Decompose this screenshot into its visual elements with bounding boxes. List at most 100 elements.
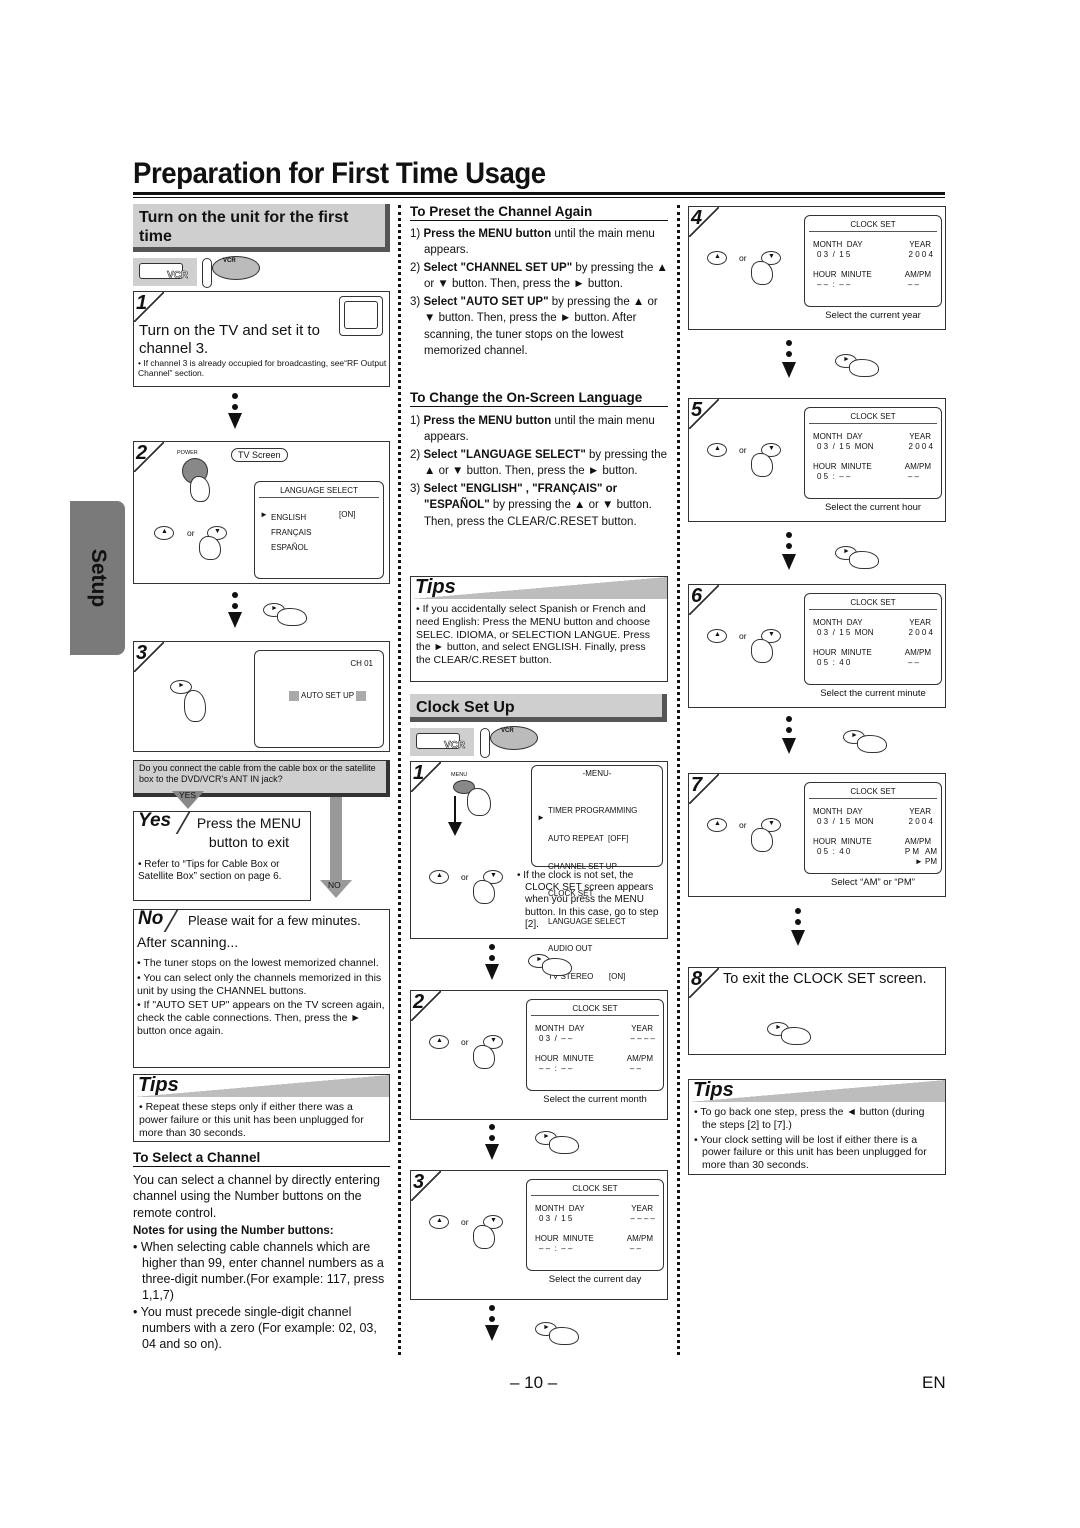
up-button-icon: ▲ bbox=[429, 1215, 449, 1229]
clock-step-8-box: 8 To exit the CLOCK SET screen. ► bbox=[688, 967, 946, 1055]
up-button-icon: ▲ bbox=[707, 443, 727, 457]
year-value: 2 0 0 4 bbox=[908, 817, 933, 826]
step-1-box: 1 Turn on the TV and set it to channel 3… bbox=[133, 291, 390, 387]
arrow-down-icon bbox=[228, 612, 242, 628]
minute-label: MINUTE bbox=[841, 270, 872, 279]
column-divider bbox=[677, 205, 680, 1355]
time-value: – – : – – bbox=[539, 1064, 573, 1073]
tv-screen-bubble: TV Screen bbox=[231, 448, 288, 462]
hour-label: HOUR bbox=[813, 648, 837, 657]
remote-icon bbox=[480, 728, 490, 758]
step-caption: Select the current year bbox=[825, 310, 921, 321]
day-label: DAY bbox=[846, 807, 863, 816]
hand-icon bbox=[857, 735, 887, 753]
ampm-label: AM/PM bbox=[904, 648, 931, 657]
minute-label: MINUTE bbox=[841, 462, 872, 471]
day-label: DAY bbox=[846, 432, 863, 441]
clock-set-screen: CLOCK SET MONTH DAY YEAR 0 3 / 1 5 2 0 0… bbox=[804, 215, 942, 307]
hand-icon bbox=[473, 880, 495, 904]
hand-icon bbox=[751, 639, 773, 663]
time-value: 0 5 : 4 0 bbox=[817, 658, 851, 667]
clock-set-screen: CLOCK SET MONTH DAY YEAR 0 3 / – – – – –… bbox=[526, 999, 664, 1091]
year-label: YEAR bbox=[631, 1204, 653, 1213]
day-label: DAY bbox=[568, 1204, 585, 1213]
step-number: 7 bbox=[691, 774, 703, 796]
column-divider bbox=[398, 205, 401, 1355]
language-code: EN bbox=[922, 1373, 946, 1392]
ampm-value: – – bbox=[629, 1064, 641, 1073]
step-number: 2 bbox=[413, 991, 425, 1013]
clock-set-screen: CLOCK SET MONTH DAY YEAR 0 3 / 1 5 MON 2… bbox=[804, 782, 942, 874]
clock-step-4-box: 4 ▲ or ▼ CLOCK SET MONTH DAY YEAR 0 3 / … bbox=[688, 206, 946, 330]
vcr-device-icon: VCR bbox=[133, 258, 197, 286]
year-value: 2 0 0 4 bbox=[908, 250, 933, 259]
clock-set-screen: CLOCK SET MONTH DAY YEAR 0 3 / 1 5 – – –… bbox=[526, 1179, 664, 1271]
ampm-value: – – bbox=[907, 658, 919, 667]
page-title: Preparation for First Time Usage bbox=[133, 157, 546, 190]
time-value: 0 5 : – – bbox=[817, 472, 851, 481]
hand-icon bbox=[199, 536, 221, 560]
hand-icon bbox=[542, 958, 572, 976]
ampm-label: AM/PM bbox=[626, 1054, 653, 1063]
hand-icon bbox=[849, 359, 879, 377]
hand-icon bbox=[473, 1045, 495, 1069]
arrow-down-icon bbox=[782, 362, 796, 378]
month-label: MONTH bbox=[813, 240, 843, 249]
step-number: 3 bbox=[136, 642, 148, 664]
tv-icon bbox=[339, 296, 383, 336]
time-value: – – : – – bbox=[817, 280, 851, 289]
page-number: – 10 – bbox=[510, 1373, 558, 1392]
no-bullets: • The tuner stops on the lowest memorize… bbox=[137, 957, 385, 1037]
year-label: YEAR bbox=[909, 432, 931, 441]
step-number: 8 bbox=[691, 968, 703, 990]
main-menu-screen: -MENU- ► TIMER PROGRAMMING AUTO REPEAT [… bbox=[531, 765, 663, 1008]
clock-step-7-box: 7 ▲ or ▼ CLOCK SET MONTH DAY YEAR 0 3 / … bbox=[688, 773, 946, 897]
up-button-icon: ▲ bbox=[707, 629, 727, 643]
up-button-icon: ▲ bbox=[707, 251, 727, 265]
hour-label: HOUR bbox=[813, 462, 837, 471]
step-2-box: 2 POWER TV Screen ▲ or ▼ LANGUAGE SELECT… bbox=[133, 441, 390, 584]
hand-icon bbox=[751, 261, 773, 285]
minute-label: MINUTE bbox=[563, 1054, 594, 1063]
step-1-text: Turn on the TV and set it to channel 3. bbox=[139, 322, 320, 357]
hand-icon bbox=[473, 1225, 495, 1249]
ampm-value: – – bbox=[629, 1244, 641, 1253]
date-value: 0 3 / 1 5 bbox=[817, 250, 851, 259]
arrow-down-icon bbox=[485, 964, 499, 980]
ampm-label: AM/PM bbox=[904, 837, 931, 846]
hand-icon bbox=[549, 1136, 579, 1154]
arrow-down-icon bbox=[485, 1144, 499, 1160]
clock-step-6-box: 6 ▲ or ▼ CLOCK SET MONTH DAY YEAR 0 3 / … bbox=[688, 584, 946, 708]
hand-icon bbox=[751, 828, 773, 852]
year-value: 2 0 0 4 bbox=[908, 628, 933, 637]
language-select-screen: LANGUAGE SELECT ► ENGLISH FRANÇAIS ESPAÑ… bbox=[254, 481, 384, 579]
clock-set-screen: CLOCK SET MONTH DAY YEAR 0 3 / 1 5 MON 2… bbox=[804, 593, 942, 685]
step-3-box: 3 ► CH 01 AUTO SET UP bbox=[133, 641, 390, 752]
ampm-value: – – bbox=[907, 280, 919, 289]
arrow-down-icon bbox=[448, 822, 462, 836]
up-button-icon: ▲ bbox=[707, 818, 727, 832]
hour-label: HOUR bbox=[813, 837, 837, 846]
hand-icon bbox=[467, 788, 491, 816]
tips-box-clock: Tips • To go back one step, press the ◄ … bbox=[688, 1079, 946, 1175]
hand-icon bbox=[277, 608, 307, 626]
auto-setup-text: AUTO SET UP bbox=[289, 691, 367, 701]
clock-step-3-box: 3 ▲ or ▼ CLOCK SET MONTH DAY YEAR 0 3 / … bbox=[410, 1170, 668, 1300]
auto-setup-screen: CH 01 AUTO SET UP bbox=[254, 650, 384, 748]
step-number: 6 bbox=[691, 585, 703, 607]
day-label: DAY bbox=[846, 240, 863, 249]
arrow-down-icon bbox=[228, 413, 242, 429]
title-rule-thin bbox=[133, 197, 945, 198]
ampm-value: – – bbox=[907, 472, 919, 481]
date-value: 0 3 / 1 5 MON bbox=[817, 628, 874, 637]
clock-step-1-note: • If the clock is not set, the CLOCK SET… bbox=[517, 870, 659, 930]
month-label: MONTH bbox=[813, 432, 843, 441]
month-label: MONTH bbox=[813, 618, 843, 627]
step-caption: Select the current day bbox=[548, 1274, 642, 1285]
step-1-note: • If channel 3 is already occupied for b… bbox=[138, 358, 387, 379]
day-label: DAY bbox=[568, 1024, 585, 1033]
hand-icon bbox=[184, 690, 206, 722]
date-value: 0 3 / 1 5 MON bbox=[817, 817, 874, 826]
vcr-button-press-icon: VCR bbox=[212, 256, 260, 280]
minute-label: MINUTE bbox=[841, 648, 872, 657]
